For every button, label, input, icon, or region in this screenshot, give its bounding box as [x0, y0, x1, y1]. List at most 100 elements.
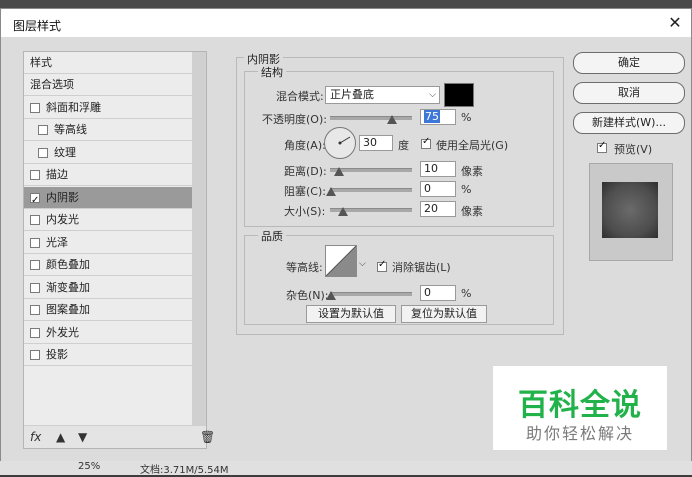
arrow-down-icon[interactable]: ▼ — [78, 430, 87, 444]
distance-unit: 像素 — [461, 165, 483, 178]
style-item-checkbox[interactable] — [30, 327, 40, 338]
reset-default-button[interactable]: 复位为默认值 — [401, 305, 487, 323]
opacity-input[interactable]: 75 — [420, 109, 456, 125]
choke-slider-thumb[interactable] — [326, 187, 336, 196]
style-item-checkbox[interactable] — [30, 350, 40, 360]
opacity-slider[interactable] — [330, 116, 412, 120]
choke-slider[interactable] — [330, 188, 412, 192]
global-light-checkbox[interactable] — [421, 136, 431, 149]
style-item-label: 光泽 — [46, 235, 68, 249]
styles-header[interactable]: 样式 — [24, 52, 206, 74]
preview-checkbox[interactable] — [597, 140, 607, 153]
chevron-down-icon: ⌵ — [429, 90, 436, 100]
blend-mode-select[interactable]: 正片叠底 ⌵ — [325, 86, 440, 104]
fx-button[interactable]: fx — [30, 430, 41, 444]
watermark-title: 百科全说 — [518, 388, 642, 423]
style-item-checkbox[interactable] — [30, 190, 40, 211]
contour-label: 等高线: — [286, 261, 323, 274]
style-item-label: 斜面和浮雕 — [46, 100, 101, 114]
style-item[interactable]: 外发光 — [24, 322, 206, 344]
style-item-checkbox[interactable] — [38, 147, 48, 158]
size-slider-thumb[interactable] — [338, 207, 348, 216]
style-item-label: 描边 — [46, 168, 68, 181]
style-item[interactable]: 混合选项 — [24, 74, 206, 96]
choke-label: 阻塞(C): — [284, 185, 326, 198]
angle-unit: 度 — [398, 139, 409, 152]
style-item-label: 混合选项 — [30, 78, 74, 91]
style-item-checkbox[interactable] — [38, 125, 48, 135]
shadow-color-swatch[interactable] — [444, 83, 474, 107]
style-item-checkbox[interactable] — [30, 260, 40, 270]
angle-needle-icon — [338, 136, 351, 145]
new-style-button[interactable]: 新建样式(W)... — [573, 112, 685, 134]
choke-unit: % — [461, 183, 472, 196]
dialog-title: 图层样式 — [13, 19, 62, 33]
document-size: 文档:3.71M/5.54M — [140, 465, 229, 476]
style-item-label: 投影 — [46, 348, 68, 361]
preview-thumbnail — [589, 163, 673, 261]
opacity-slider-thumb[interactable] — [387, 115, 397, 124]
noise-label: 杂色(N): — [286, 289, 329, 302]
quality-title: 品质 — [258, 228, 286, 244]
global-light-label: 使用全局光(G) — [436, 139, 509, 152]
style-item-checkbox[interactable] — [30, 215, 40, 225]
style-item[interactable]: 内发光 — [24, 209, 206, 231]
style-item-checkbox[interactable] — [30, 282, 40, 293]
style-item[interactable]: 光泽 — [24, 232, 206, 254]
cancel-button[interactable]: 取消 — [573, 82, 685, 104]
style-item-label: 渐变叠加 — [46, 280, 90, 294]
choke-input[interactable]: 0 — [420, 181, 456, 197]
style-item-label: 图案叠加 — [46, 303, 90, 316]
watermark-subtitle: 助你轻松解决 — [525, 424, 634, 443]
styles-footer: fx ▲ ▼ 🗑 — [24, 425, 215, 448]
style-item-label: 纹理 — [54, 145, 76, 159]
arrow-up-icon[interactable]: ▲ — [56, 430, 65, 444]
noise-slider[interactable] — [330, 292, 412, 296]
distance-input[interactable]: 10 — [420, 161, 456, 177]
watermark-logo: 百科全说 助你轻松解决 — [493, 366, 667, 450]
title-bar: 图层样式 ✕ — [1, 9, 691, 37]
contour-preview[interactable] — [325, 245, 357, 277]
noise-unit: % — [461, 287, 472, 300]
noise-slider-thumb[interactable] — [326, 291, 336, 300]
close-icon[interactable]: ✕ — [665, 13, 685, 33]
distance-slider-thumb[interactable] — [334, 167, 344, 176]
structure-title: 结构 — [258, 64, 286, 80]
angle-dial[interactable] — [324, 127, 356, 159]
size-label: 大小(S): — [284, 205, 326, 218]
style-item-checkbox[interactable] — [30, 237, 40, 248]
blend-mode-label: 混合模式: — [276, 90, 324, 103]
preview-label: 预览(V) — [614, 143, 653, 156]
style-item-checkbox[interactable] — [30, 170, 40, 180]
size-input[interactable]: 20 — [420, 201, 456, 217]
size-unit: 像素 — [461, 205, 483, 218]
quality-group — [244, 235, 554, 325]
styles-scrollbar[interactable] — [192, 52, 206, 426]
chevron-down-icon[interactable]: ⌵ — [359, 259, 366, 269]
style-item[interactable]: 斜面和浮雕 — [24, 97, 206, 119]
set-default-button[interactable]: 设置为默认值 — [306, 305, 396, 323]
style-item[interactable]: 描边+ — [24, 164, 206, 186]
style-item[interactable]: 纹理 — [24, 142, 206, 164]
noise-input[interactable]: 0 — [420, 285, 456, 301]
style-item-label: 等高线 — [54, 123, 87, 136]
style-item-label: 内发光 — [46, 213, 79, 226]
style-item-checkbox[interactable] — [30, 305, 40, 315]
style-item-checkbox[interactable] — [30, 102, 40, 113]
style-item[interactable]: 颜色叠加+ — [24, 254, 206, 276]
style-item[interactable]: 渐变叠加+ — [24, 277, 206, 299]
antialias-checkbox[interactable] — [377, 259, 387, 272]
status-bar: 25% 文档:3.71M/5.54M — [0, 461, 692, 476]
distance-label: 距离(D): — [284, 165, 327, 178]
style-item[interactable]: 投影+ — [24, 344, 206, 366]
trash-icon[interactable]: 🗑 — [200, 430, 215, 444]
styles-header-label: 样式 — [30, 56, 52, 69]
style-item-label: 颜色叠加 — [46, 258, 90, 271]
contour-curve-icon — [326, 246, 356, 276]
style-item[interactable]: 内阴影+ — [24, 186, 206, 211]
angle-input[interactable]: 30 — [359, 135, 393, 151]
style-item-label: 内阴影 — [46, 190, 79, 204]
style-item[interactable]: 图案叠加 — [24, 299, 206, 321]
ok-button[interactable]: 确定 — [573, 52, 685, 74]
style-item[interactable]: 等高线 — [24, 119, 206, 141]
